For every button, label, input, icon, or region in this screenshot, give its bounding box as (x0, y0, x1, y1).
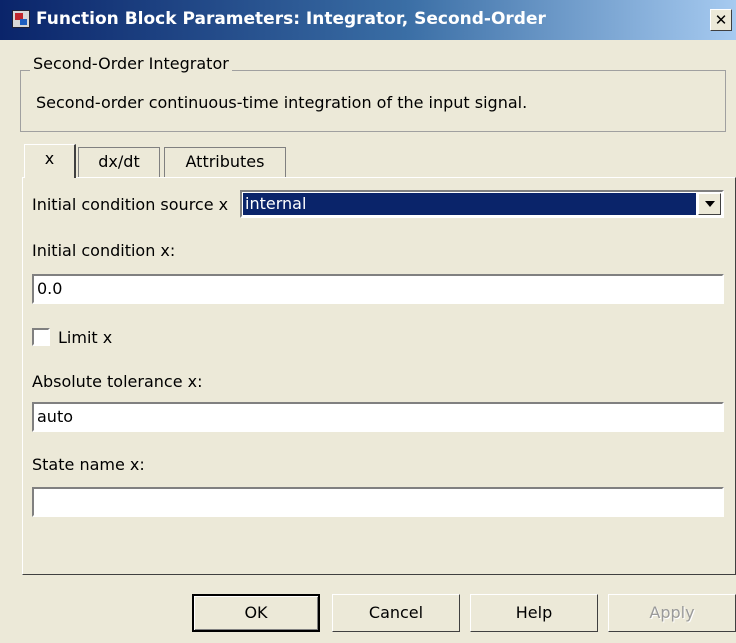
ic-source-dropdown[interactable]: internal (240, 190, 724, 218)
statename-label: State name x: (32, 455, 145, 474)
ic-input[interactable]: 0.0 (32, 274, 724, 304)
ok-button[interactable]: OK (192, 594, 320, 632)
limit-checkbox[interactable] (32, 328, 50, 346)
apply-button[interactable]: Apply (608, 594, 736, 632)
tab-x[interactable]: x (24, 144, 76, 178)
close-button[interactable]: ✕ (710, 9, 732, 31)
chevron-down-icon[interactable] (698, 193, 721, 215)
ic-label: Initial condition x: (32, 241, 176, 260)
abstol-label: Absolute tolerance x: (32, 372, 203, 391)
simulink-block-icon (12, 10, 30, 28)
group-legend: Second-Order Integrator (30, 54, 232, 73)
cancel-button[interactable]: Cancel (332, 594, 460, 632)
help-button[interactable]: Help (470, 594, 598, 632)
tab-dxdt[interactable]: dx/dt (78, 147, 160, 177)
ic-source-selected-value: internal (243, 193, 696, 215)
title-bar: Function Block Parameters: Integrator, S… (0, 0, 736, 40)
block-description: Second-order continuous-time integration… (36, 93, 528, 112)
ic-source-label: Initial condition source x (32, 195, 229, 214)
tab-attributes[interactable]: Attributes (164, 147, 286, 177)
abstol-input[interactable]: auto (32, 402, 724, 432)
limit-label: Limit x (58, 328, 113, 347)
window-title: Function Block Parameters: Integrator, S… (36, 9, 546, 29)
statename-input[interactable] (32, 487, 724, 517)
